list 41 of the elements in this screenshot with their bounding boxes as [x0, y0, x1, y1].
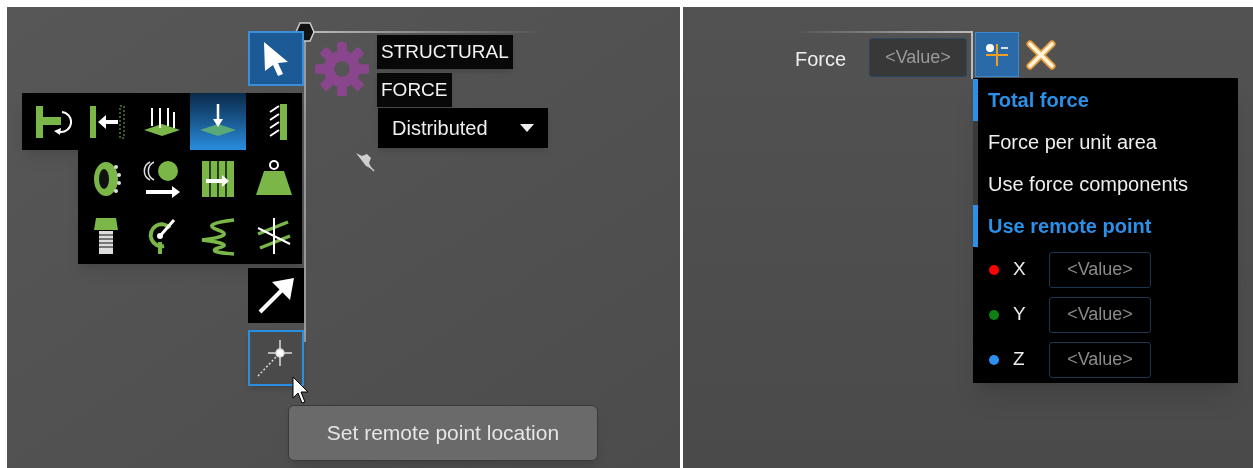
tool-button[interactable] — [190, 93, 246, 150]
tooltip: Set remote point location — [288, 405, 598, 461]
tool-icon — [202, 159, 234, 198]
remote-point-tool-button[interactable] — [248, 330, 304, 386]
caret-icon — [520, 123, 534, 133]
tool-icon — [94, 217, 118, 254]
pin-icon — [353, 150, 375, 172]
gear-icon — [313, 40, 371, 98]
tool-icon — [94, 161, 121, 196]
select-tool-button[interactable] — [248, 31, 304, 86]
menu-option[interactable]: Use force components — [973, 163, 1238, 205]
axis-label: X — [1013, 257, 1027, 282]
menu-option[interactable]: Use remote point — [973, 205, 1238, 247]
menu-option[interactable]: Total force — [973, 79, 1238, 121]
tool-icon — [257, 216, 291, 255]
title-text: STRUCTURAL — [377, 35, 513, 69]
tool-icon — [36, 105, 72, 138]
tool-button[interactable] — [246, 93, 302, 150]
force-mode-button[interactable] — [975, 32, 1019, 77]
tool-icon — [144, 106, 180, 136]
tool-button[interactable] — [22, 93, 78, 150]
tool-icon — [269, 103, 287, 140]
tool-icon — [200, 217, 235, 256]
title-text: FORCE — [377, 73, 452, 107]
force-value-field[interactable]: <Value> — [869, 38, 967, 77]
axis-label: Z — [1013, 347, 1026, 372]
mode-dropdown[interactable]: Distributed — [378, 108, 548, 148]
direction-tool-button[interactable] — [248, 268, 304, 323]
tool-icon — [200, 103, 236, 136]
axis-value-field[interactable]: <Value> — [1049, 341, 1151, 378]
tool-icon — [256, 159, 292, 195]
close-icon[interactable] — [1026, 40, 1056, 70]
axis-value-field[interactable]: <Value> — [1049, 296, 1151, 333]
menu-option[interactable]: Force per unit area — [973, 121, 1238, 163]
diagonal-arrow-icon — [256, 275, 296, 316]
tool-icon — [148, 218, 176, 254]
tool-icon — [90, 105, 125, 138]
force-label: Force — [795, 47, 847, 72]
tool-icon — [143, 160, 180, 198]
axis-value-field[interactable]: <Value> — [1049, 251, 1151, 288]
axis-label: Y — [1013, 302, 1027, 327]
